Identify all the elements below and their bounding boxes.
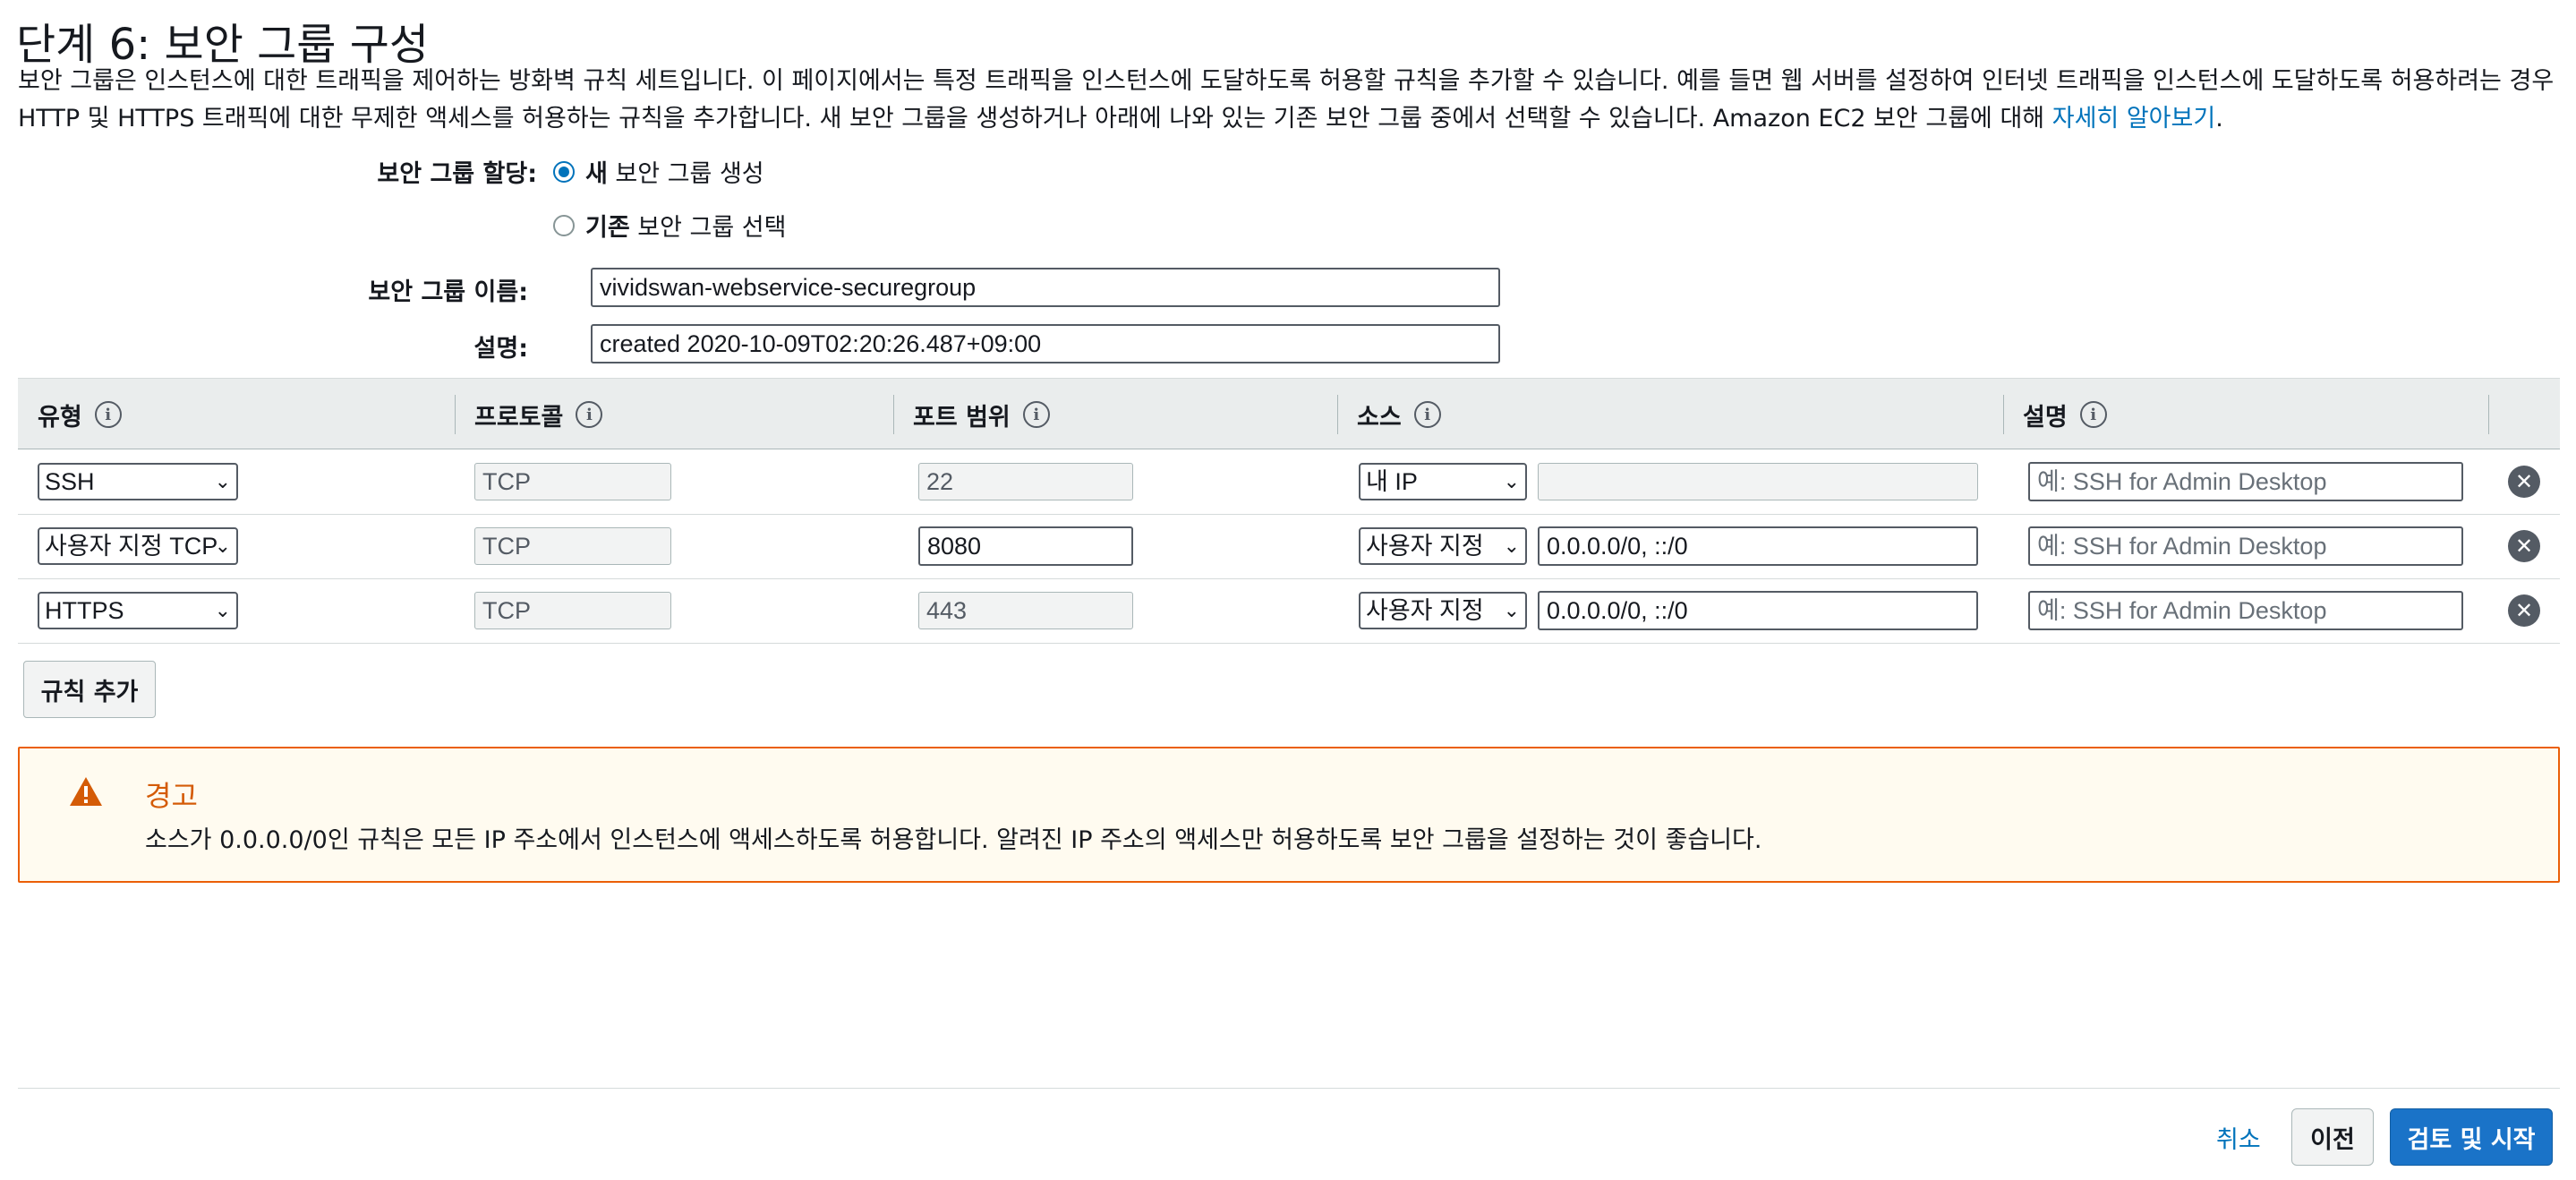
info-icon[interactable]: i — [94, 401, 122, 428]
info-icon[interactable]: i — [1022, 401, 1050, 428]
column-divider — [893, 395, 894, 434]
radio-select-existing[interactable]: 기존 보안 그룹 선택 — [553, 208, 786, 243]
radio-select-existing-label: 기존 보안 그룹 선택 — [585, 214, 787, 242]
header-protocol: 프로토콜 i — [474, 379, 603, 450]
source-select[interactable]: 사용자 지정 ⌄ — [1359, 592, 1527, 629]
chevron-down-icon: ⌄ — [1503, 470, 1520, 492]
port-range-input[interactable]: 8080 — [918, 526, 1133, 566]
protocol-field: TCP — [474, 463, 671, 500]
radio-create-new-button[interactable] — [553, 160, 575, 183]
row-divider — [18, 578, 2560, 579]
radio-create-new[interactable]: 새 보안 그룹 생성 — [553, 154, 764, 189]
column-divider — [2003, 395, 2004, 434]
protocol-field: TCP — [474, 592, 671, 629]
add-rule-button[interactable]: 규칙 추가 — [23, 661, 156, 718]
assign-group-label: 보안 그룹 할당: — [377, 160, 537, 188]
intro-end: . — [2215, 105, 2223, 133]
description-field[interactable]: 예: SSH for Admin Desktop — [2028, 526, 2463, 566]
header-description: 설명 i — [2023, 379, 2107, 450]
source-cidr-input[interactable]: 0.0.0.0/0, ::/0 — [1538, 526, 1978, 566]
info-icon[interactable]: i — [576, 401, 603, 428]
info-icon[interactable]: i — [2079, 401, 2107, 428]
description-input[interactable]: created 2020-10-09T02:20:26.487+09:00 — [591, 324, 1500, 363]
column-divider — [2488, 395, 2489, 434]
source-select[interactable]: 내 IP ⌄ — [1359, 463, 1527, 500]
warning-message: 소스가 0.0.0.0/0인 규칙은 모든 IP 주소에서 인스턴스에 액세스하… — [145, 826, 1762, 854]
intro-text: 보안 그룹은 인스턴스에 대한 트래픽을 제어하는 방화벽 규칙 세트입니다. … — [18, 63, 2560, 138]
header-type: 유형 i — [38, 379, 122, 450]
warning-triangle-icon — [70, 777, 102, 806]
description-field[interactable]: 예: SSH for Admin Desktop — [2028, 591, 2463, 630]
row-divider — [18, 514, 2560, 515]
rules-table-header: 유형 i 프로토콜 i 포트 범위 i 소스 i 설명 i — [18, 378, 2560, 449]
radio-create-new-label: 새 보안 그룹 생성 — [585, 160, 764, 188]
warning-alert: 경고 소스가 0.0.0.0/0인 규칙은 모든 IP 주소에서 인스턴스에 액… — [18, 747, 2560, 883]
header-port-range: 포트 범위 i — [913, 379, 1050, 450]
group-name-label: 보안 그룹 이름: — [368, 278, 528, 306]
type-select[interactable]: HTTPS ⌄ — [38, 592, 238, 629]
description-label: 설명: — [473, 335, 528, 363]
learn-more-link[interactable]: 자세히 알아보기 — [2052, 105, 2215, 133]
info-icon[interactable]: i — [1413, 401, 1441, 428]
source-ip-field — [1538, 463, 1978, 500]
chevron-down-icon: ⌄ — [214, 534, 231, 557]
radio-select-existing-button[interactable] — [553, 214, 575, 236]
row-divider — [18, 643, 2560, 644]
column-divider — [455, 395, 456, 434]
footer-divider — [18, 1088, 2560, 1089]
chevron-down-icon: ⌄ — [1503, 599, 1520, 621]
chevron-down-icon: ⌄ — [1503, 534, 1520, 557]
group-name-input[interactable]: vividswan-webservice-securegroup — [591, 268, 1500, 307]
description-field[interactable]: 예: SSH for Admin Desktop — [2028, 462, 2463, 501]
review-and-launch-button[interactable]: 검토 및 시작 — [2390, 1108, 2553, 1166]
header-source: 소스 i — [1357, 379, 1441, 450]
cancel-button[interactable]: 취소 — [2216, 1108, 2261, 1166]
protocol-field: TCP — [474, 527, 671, 565]
type-select[interactable]: SSH ⌄ — [38, 463, 238, 500]
previous-button[interactable]: 이전 — [2291, 1108, 2374, 1166]
port-range-field: 443 — [918, 592, 1133, 629]
remove-rule-button[interactable]: ✕ — [2508, 466, 2540, 498]
port-range-field: 22 — [918, 463, 1133, 500]
column-divider — [1337, 395, 1338, 434]
chevron-down-icon: ⌄ — [214, 470, 231, 492]
remove-rule-button[interactable]: ✕ — [2508, 594, 2540, 627]
source-cidr-input[interactable]: 0.0.0.0/0, ::/0 — [1538, 591, 1978, 630]
remove-rule-button[interactable]: ✕ — [2508, 530, 2540, 562]
source-select[interactable]: 사용자 지정 ⌄ — [1359, 527, 1527, 565]
type-select[interactable]: 사용자 지정 TCP ⌄ — [38, 527, 238, 565]
chevron-down-icon: ⌄ — [214, 599, 231, 621]
warning-title: 경고 — [145, 779, 198, 813]
